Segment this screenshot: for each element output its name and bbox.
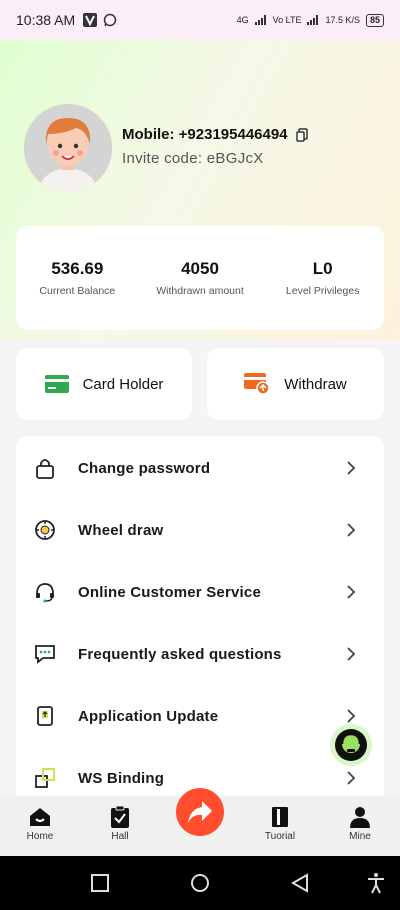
status-time: 10:38 AM	[16, 12, 76, 28]
menu-label: WS Binding	[78, 769, 165, 787]
tab-label: Hall	[111, 831, 129, 842]
stat-level-privileges: L0 Level Privileges	[261, 226, 384, 330]
clipboard-icon	[111, 805, 129, 828]
system-navigation-bar	[0, 856, 400, 910]
whatsapp-icon	[103, 13, 117, 27]
share-fab-button[interactable]	[176, 788, 224, 836]
network-type: 4G	[236, 15, 249, 25]
accessibility-icon[interactable]	[365, 872, 387, 894]
card-holder-button[interactable]: Card Holder	[16, 348, 192, 420]
lock-icon	[36, 459, 54, 479]
stat-value: L0	[312, 259, 333, 278]
menu-label: Wheel draw	[78, 521, 164, 539]
card-icon	[44, 375, 69, 393]
menu-frequently-asked-questions[interactable]: Frequently asked questions	[16, 623, 384, 685]
tab-hall[interactable]: Hall	[90, 796, 150, 856]
stat-label: Level Privileges	[285, 285, 360, 297]
support-bot-icon	[335, 729, 367, 761]
person-icon	[350, 807, 370, 828]
mobile-label: Mobile: +923195446494	[122, 126, 288, 143]
chevron-right-icon	[347, 771, 356, 785]
invite-code: Invite code: eBGJcX	[122, 150, 264, 167]
book-icon	[272, 807, 288, 827]
menu-label: Application Update	[78, 707, 219, 725]
share-arrow-icon	[188, 801, 212, 823]
chevron-right-icon	[347, 585, 356, 599]
v-app-icon	[83, 13, 98, 27]
link-icon	[35, 768, 55, 788]
tab-mine[interactable]: Mine	[330, 796, 390, 856]
update-icon	[37, 706, 53, 726]
back-icon[interactable]	[289, 872, 311, 894]
stat-label: Current Balance	[39, 285, 116, 297]
tab-label: Mine	[349, 831, 371, 842]
tab-label: Home	[26, 831, 54, 842]
signal-icon-2	[307, 15, 319, 25]
menu-label: Frequently asked questions	[78, 645, 282, 663]
stat-withdrawn-amount: 4050 Withdrawn amount	[139, 226, 262, 330]
battery-icon: 85	[365, 13, 384, 27]
tab-home[interactable]: Home	[10, 796, 70, 856]
recent-apps-icon[interactable]	[89, 872, 111, 894]
home-nav-icon[interactable]	[189, 872, 211, 894]
floating-support-button[interactable]	[330, 724, 372, 766]
tab-label: Tuorial	[264, 831, 296, 842]
stats-card: 536.69 Current Balance 4050 Withdrawn am…	[16, 226, 384, 330]
menu-label: Online Customer Service	[78, 583, 261, 601]
avatar[interactable]	[24, 104, 112, 192]
avatar-illustration	[24, 104, 112, 192]
stat-value: 536.69	[51, 259, 104, 278]
status-right: 4G Vo LTE 17.5 K/S 85	[236, 13, 384, 27]
signal-icon	[254, 15, 266, 25]
stat-current-balance: 536.69 Current Balance	[16, 226, 139, 330]
card-holder-label: Card Holder	[82, 375, 164, 393]
withdraw-icon	[244, 373, 270, 395]
status-bar: 10:38 AM 4G Vo LTE 17.5 K/S 85	[0, 0, 400, 40]
menu-wheel-draw[interactable]: Wheel draw	[16, 499, 384, 561]
headset-icon	[36, 583, 54, 603]
chevron-right-icon	[347, 523, 356, 537]
mobile-number: Mobile: +923195446494	[122, 126, 308, 143]
menu-application-update[interactable]: Application Update	[16, 685, 384, 747]
withdraw-button[interactable]: Withdraw	[207, 348, 384, 420]
copy-icon[interactable]	[295, 127, 308, 142]
withdraw-label: Withdraw	[284, 375, 347, 393]
home-icon	[30, 808, 50, 826]
wheel-icon	[35, 520, 55, 540]
menu-change-password[interactable]: Change password	[16, 437, 384, 499]
chat-icon	[35, 645, 55, 664]
net-speed: 17.5 K/S	[325, 15, 360, 25]
menu-label: Change password	[78, 459, 211, 477]
tab-tutorial[interactable]: Tuorial	[250, 796, 310, 856]
stat-label: Withdrawn amount	[156, 285, 244, 297]
lte-label: Vo LTE	[272, 15, 302, 25]
chevron-right-icon	[347, 647, 356, 661]
stat-value: 4050	[181, 259, 219, 278]
settings-menu: Change password Wheel draw Online Custom…	[16, 436, 384, 806]
chevron-right-icon	[347, 461, 356, 475]
menu-online-customer-service[interactable]: Online Customer Service	[16, 561, 384, 623]
chevron-right-icon	[347, 709, 356, 723]
